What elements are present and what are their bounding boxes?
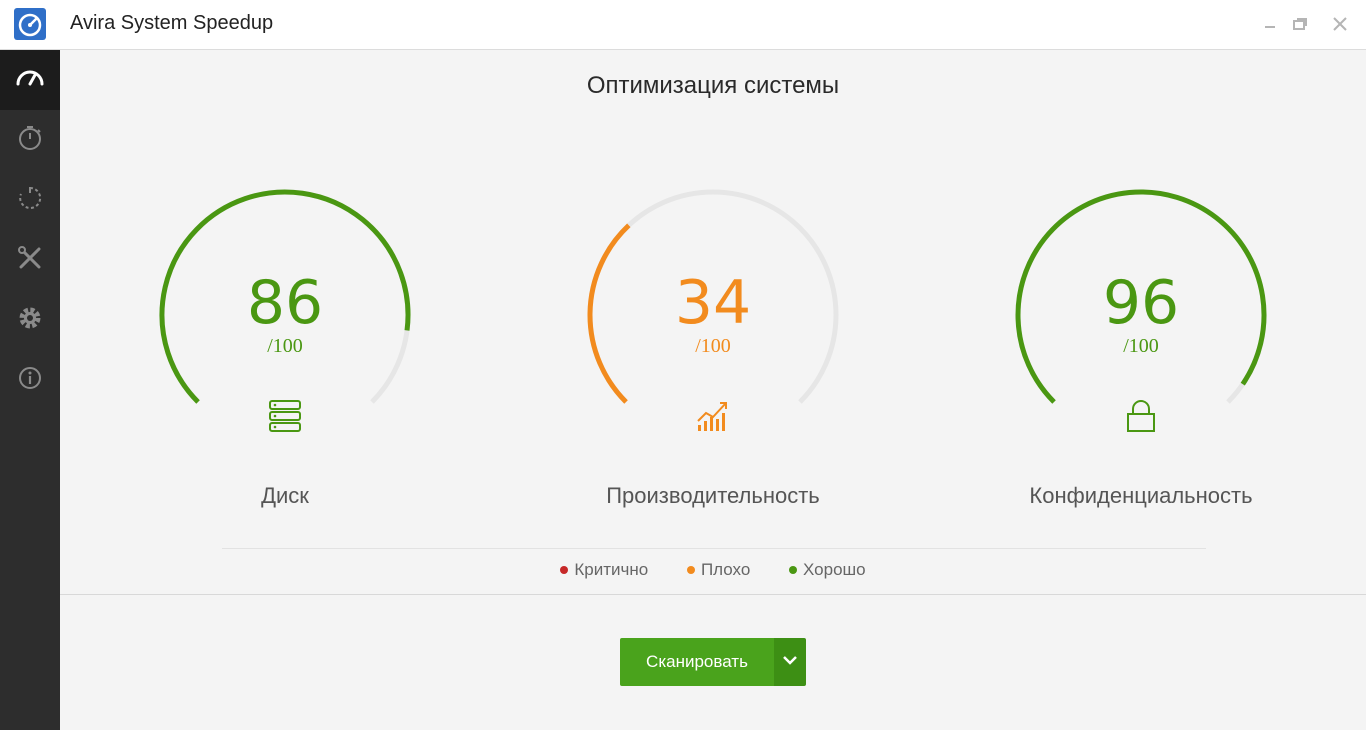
legend-label: Плохо [700, 560, 751, 579]
scan-button[interactable]: Сканировать [620, 638, 774, 686]
info-icon [16, 364, 44, 397]
legend-divider [222, 548, 1206, 549]
gauge-max: /100 [267, 335, 303, 357]
chevron-down-icon [782, 653, 798, 671]
gauge-score: 96 [1102, 268, 1180, 338]
gear-icon [16, 304, 44, 337]
performance-chart-icon [696, 399, 732, 438]
nav-item-startup[interactable] [0, 170, 60, 230]
legend-label: Хорошо [803, 560, 866, 579]
sidebar [0, 50, 60, 730]
gauge-disk[interactable]: 86 /100 Диск [150, 185, 420, 525]
nav-item-speedometer[interactable] [0, 50, 60, 110]
main-content: Оптимизация системы 86 /100 Диск 34 /100… [60, 50, 1366, 730]
legend-item-good: Хорошо [789, 560, 866, 580]
gauge-performance[interactable]: 34 /100 Производительность [578, 185, 848, 525]
title-bar: Avira System Speedup [0, 0, 1366, 50]
speedometer-logo-icon [14, 8, 46, 40]
server-stack-icon [268, 399, 302, 438]
legend: Критично Плохо Хорошо [60, 560, 1366, 580]
stopwatch-icon [16, 124, 44, 157]
app-title: Avira System Speedup [70, 12, 274, 34]
legend-item-bad: Плохо [686, 560, 751, 580]
minimize-icon[interactable] [1260, 14, 1280, 34]
gauge-score: 34 [674, 268, 752, 338]
close-icon[interactable] [1330, 14, 1350, 34]
power-startup-icon [16, 184, 44, 217]
footer-divider [60, 594, 1366, 595]
gauge-label: Производительность [606, 483, 820, 508]
gauge-max: /100 [1123, 335, 1159, 357]
gauge-max: /100 [695, 335, 731, 357]
lock-icon [1124, 399, 1158, 438]
legend-label: Критично [574, 560, 649, 579]
legend-dot [686, 565, 695, 574]
legend-dot [789, 565, 798, 574]
nav-item-info[interactable] [0, 350, 60, 410]
nav-item-stopwatch[interactable] [0, 110, 60, 170]
gauge-score: 86 [246, 268, 324, 338]
nav-item-settings[interactable] [0, 290, 60, 350]
page-title: Оптимизация системы [586, 72, 840, 99]
scan-options-dropdown[interactable] [774, 638, 806, 686]
scan-button-group: Сканировать [620, 638, 806, 686]
speedometer-icon [15, 63, 45, 98]
gauge-label: Конфиденциальность [1029, 483, 1253, 508]
legend-dot [560, 565, 569, 574]
tools-icon [16, 244, 44, 277]
gauge-privacy[interactable]: 96 /100 Конфиденциальность [1006, 185, 1276, 525]
gauge-label: Диск [261, 483, 309, 508]
restore-icon[interactable] [1290, 14, 1310, 34]
legend-item-critical: Критично [560, 560, 648, 580]
nav-item-tools[interactable] [0, 230, 60, 290]
